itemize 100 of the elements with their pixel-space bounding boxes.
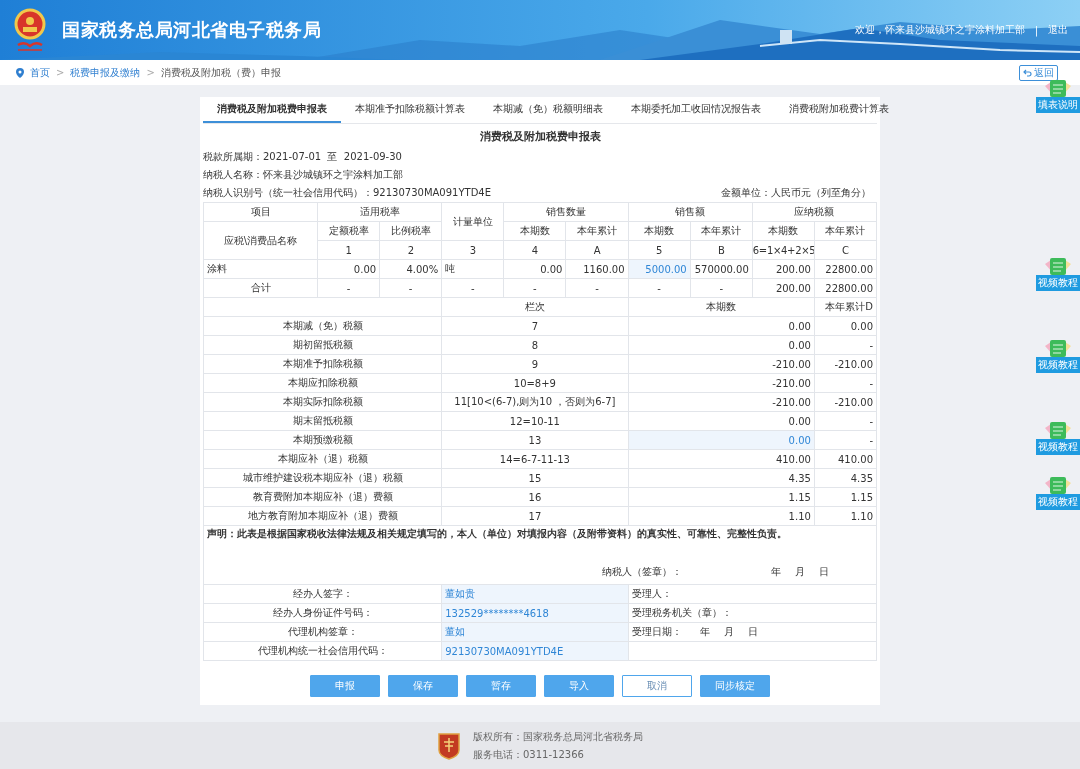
copyright-text: 版权所有：国家税务总局河北省税务局 (473, 729, 643, 744)
table-header: 应税\消费品名称 (203, 221, 318, 260)
column-number: B (690, 240, 753, 260)
row-label: 本期减（免）税额 (203, 316, 442, 336)
document-icon (1043, 340, 1073, 357)
table-cell: - (565, 278, 629, 298)
table-cell: 7 (441, 316, 629, 336)
table-header: 本年累计 (814, 221, 877, 241)
row-label: 期末留抵税额 (203, 411, 442, 431)
taxpayer-name-text: 纳税人名称：怀来县沙城镇环之宇涂料加工部 (203, 168, 403, 182)
welcome-text: 欢迎，怀来县沙城镇环之宇涂料加工部 (854, 23, 1025, 37)
action-button[interactable]: 保存 (388, 675, 458, 697)
row-label: 教育费附加本期应补（退）费额 (203, 487, 442, 507)
form-tab[interactable]: 本期减（免）税额明细表 (479, 97, 617, 123)
site-title: 国家税务总局河北省电子税务局 (62, 18, 321, 42)
form-tab[interactable]: 消费税附加税费计算表 (775, 97, 903, 123)
row-label: 期初留抵税额 (203, 335, 442, 355)
table-cell: 14=6-7-11-13 (441, 449, 629, 469)
document-icon (1043, 80, 1073, 97)
table-cell: 0.00 (628, 316, 815, 336)
table-cell: -210.00 (628, 373, 815, 393)
column-number: 5 (628, 240, 691, 260)
field-label: 受理日期： (631, 626, 682, 637)
help-link[interactable]: 视频教程 (1036, 494, 1080, 510)
table-cell: -210.00 (628, 392, 815, 412)
table-cell: 合计 (203, 278, 318, 298)
table-cell: -210.00 (814, 354, 877, 374)
table-cell: 13 (441, 430, 629, 450)
table-cell: 11[10<(6-7),则为10 ，否则为6-7] (441, 392, 629, 412)
table-cell: 12=10-11 (441, 411, 629, 431)
action-button[interactable]: 导入 (544, 675, 614, 697)
table-header: 销售数量 (503, 202, 629, 222)
table-cell: - (503, 278, 566, 298)
table-header: 本年累计 (690, 221, 753, 241)
table-cell: - (628, 278, 691, 298)
table-cell: 410.00 (628, 449, 815, 469)
table-cell: 0.00 (317, 259, 380, 279)
table-cell: - (317, 278, 380, 298)
action-button[interactable]: 同步核定 (700, 675, 770, 697)
table-cell: -210.00 (628, 354, 815, 374)
table-cell: 涂料 (203, 259, 318, 279)
table-cell: - (814, 373, 877, 393)
table-cell: 22800.00 (814, 259, 877, 279)
table-cell: - (379, 278, 442, 298)
form-tab[interactable]: 本期准予扣除税额计算表 (341, 97, 479, 123)
column-number: 3 (441, 240, 504, 260)
taxpayer-id-text: 纳税人识别号（统一社会信用代码）：92130730MA091YTD4E (203, 186, 492, 200)
form-tab[interactable]: 消费税及附加税费申报表 (203, 97, 341, 123)
help-link[interactable]: 视频教程 (1036, 357, 1080, 373)
date-label: 年 (699, 626, 710, 637)
row-label: 本期应扣除税额 (203, 373, 442, 393)
table-header: 本期数 (628, 221, 691, 241)
back-button[interactable]: 返回 (1019, 64, 1058, 81)
tax-logo-icon (437, 731, 461, 760)
table-cell: 0.00 (503, 259, 566, 279)
return-arrow-icon (1023, 68, 1032, 77)
breadcrumb-link[interactable]: 首页 (30, 65, 50, 80)
table-cell: 1.10 (814, 506, 877, 526)
help-link[interactable]: 视频教程 (1036, 439, 1080, 455)
breadcrumb-separator: > (56, 67, 65, 78)
help-link[interactable]: 视频教程 (1036, 275, 1080, 291)
table-cell: 9 (441, 354, 629, 374)
table-header: 项目 (203, 202, 318, 222)
table-cell: - (690, 278, 753, 298)
phone-text: 服务电话：0311-12366 (473, 747, 585, 762)
table-header: 应纳税额 (752, 202, 877, 222)
table-cell: 吨 (441, 259, 504, 279)
table-cell: 1160.00 (565, 259, 629, 279)
table-header: 销售额 (628, 202, 753, 222)
help-link[interactable]: 填表说明 (1036, 97, 1080, 113)
action-button[interactable]: 取消 (622, 675, 692, 697)
table-header: 计量单位 (441, 202, 504, 241)
document-icon (1043, 258, 1073, 275)
breadcrumb-link[interactable]: 消费税及附加税（费）申报 (160, 65, 281, 80)
table-cell: 0.00 (814, 316, 877, 336)
breadcrumb-separator: > (146, 67, 155, 78)
table-header: 本期数 (503, 221, 566, 241)
signature-label: 纳税人（签章）： (602, 565, 682, 579)
table-cell: 4.35 (628, 468, 815, 488)
table-cell: 8 (441, 335, 629, 355)
row-label: 本期预缴税额 (203, 430, 442, 450)
field-label: 受理税务机关（章）： (631, 607, 732, 618)
logout-link[interactable]: 退出 (1048, 23, 1068, 37)
document-icon (1043, 477, 1073, 494)
row-label: 城市维护建设税本期应补（退）税额 (203, 468, 442, 488)
breadcrumb-link[interactable]: 税费申报及缴纳 (70, 65, 141, 80)
table-cell: 410.00 (814, 449, 877, 469)
table-cell: 1.10 (628, 506, 815, 526)
row-label: 本期应补（退）税额 (203, 449, 442, 469)
table-cell: 4.35 (814, 468, 877, 488)
action-button[interactable]: 暂存 (466, 675, 536, 697)
table-header: 定额税率 (317, 221, 380, 241)
column-number: 1 (317, 240, 380, 260)
table-header: 本年累计 (565, 221, 629, 241)
action-button[interactable]: 申报 (310, 675, 380, 697)
form-tab[interactable]: 本期委托加工收回情况报告表 (617, 97, 775, 123)
column-number: 2 (379, 240, 442, 260)
row-label: 经办人身份证件号码： (203, 603, 442, 623)
form-title: 消费税及附加税费申报表 (478, 128, 602, 145)
date-label: 日 (747, 626, 758, 637)
